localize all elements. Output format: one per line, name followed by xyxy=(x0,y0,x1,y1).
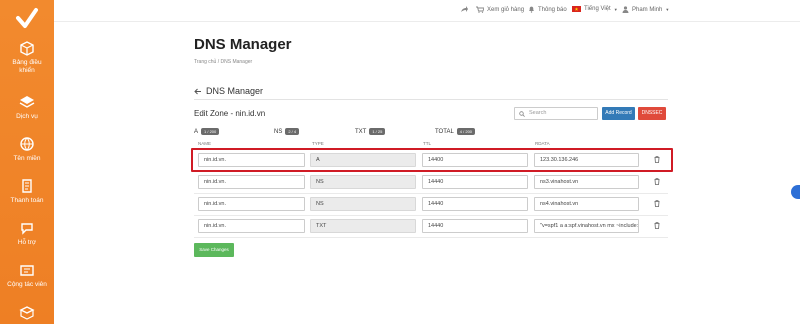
edit-zone-title: Edit Zone - nin.id.vn xyxy=(194,109,266,118)
record-name-input[interactable]: nin.id.vn. xyxy=(198,219,305,233)
record-ttl-input[interactable]: 14440 xyxy=(422,197,528,211)
topbar xyxy=(54,0,800,22)
sidebar-label: Tên miền xyxy=(13,155,41,162)
section-title-text: DNS Manager xyxy=(206,86,264,96)
payment-icon xyxy=(22,179,32,193)
sidebar-label: Hỗ trợ xyxy=(17,239,37,246)
box-icon xyxy=(19,306,35,320)
user-menu[interactable]: Pham Minh ▼ xyxy=(622,6,669,13)
count-total-label: TOTAL xyxy=(435,128,454,135)
sidebar-item-support[interactable]: Hỗ trợ xyxy=(0,220,54,247)
column-header-rdata: RDATA xyxy=(535,141,550,146)
user-name: Pham Minh xyxy=(632,6,663,13)
column-header-name: NAME xyxy=(198,141,212,146)
bell-icon xyxy=(529,6,534,13)
share-icon xyxy=(461,6,468,12)
logo-check-icon[interactable] xyxy=(14,6,40,32)
count-a-badge: 1 / 200 xyxy=(201,128,220,135)
vietnam-flag-icon xyxy=(572,6,581,12)
trash-icon[interactable] xyxy=(654,200,660,207)
record-name-input[interactable]: nin.id.vn. xyxy=(198,197,305,211)
row-divider xyxy=(194,237,668,238)
highlight-box xyxy=(191,148,673,172)
record-type-field: NS xyxy=(310,175,416,189)
trash-icon[interactable] xyxy=(654,222,660,229)
record-name-input[interactable]: nin.id.vn. xyxy=(198,175,305,189)
sidebar-item-domain[interactable]: Tên miền xyxy=(0,136,54,163)
trash-icon[interactable] xyxy=(654,178,660,185)
table-row: nin.id.vn. NS 14440 ns3.vinahost.vn xyxy=(194,172,668,192)
record-rdata-input[interactable]: ns3.vinahost.vn xyxy=(534,175,639,189)
sidebar-item-affiliate[interactable]: Cộng tác viên xyxy=(0,262,54,289)
chevron-down-icon: ▼ xyxy=(665,7,670,12)
services-icon xyxy=(19,96,35,108)
add-record-button[interactable]: Add Record xyxy=(602,107,635,120)
search-placeholder: Search xyxy=(529,110,547,116)
record-ttl-input[interactable]: 14440 xyxy=(422,175,528,189)
column-header-ttl: TTL xyxy=(423,141,432,146)
sidebar-label: khiển xyxy=(19,67,35,74)
record-rdata-input[interactable]: "v=spf1 a a:spf.vinahost.vn mx ~include:… xyxy=(534,219,639,233)
share-link[interactable] xyxy=(460,6,468,13)
count-txt-label: TXT xyxy=(355,128,367,135)
record-ttl-input[interactable]: 14440 xyxy=(422,219,528,233)
count-txt: TXT 1 / 25 xyxy=(355,128,386,135)
record-type-field: NS xyxy=(310,197,416,211)
record-rdata-input[interactable]: ns4.vinahost.vn xyxy=(534,197,639,211)
sidebar-label: Bảng điều xyxy=(12,59,42,66)
language-select[interactable]: Tiếng Việt ▼ xyxy=(572,6,618,12)
breadcrumb[interactable]: Trang chủ / DNS Manager xyxy=(194,59,252,65)
notifications-link[interactable]: Thông báo xyxy=(528,6,567,13)
domain-icon xyxy=(20,137,34,151)
divider xyxy=(194,99,668,100)
sidebar-label: Cộng tác viên xyxy=(7,281,47,288)
count-txt-badge: 1 / 25 xyxy=(369,128,386,135)
cart-label: Xem giỏ hàng xyxy=(487,6,525,13)
sidebar-item-dashboard[interactable]: Bảng điều khiển xyxy=(0,40,54,75)
save-changes-button[interactable]: Save Changes xyxy=(194,243,234,257)
notifications-label: Thông báo xyxy=(538,6,567,13)
cart-icon xyxy=(476,6,484,13)
dnssec-button[interactable]: DNSSEC xyxy=(638,107,666,120)
record-type-field: TXT xyxy=(310,219,416,233)
column-header-type: TYPE xyxy=(312,141,324,146)
dashboard-icon xyxy=(20,41,34,56)
floating-tab[interactable] xyxy=(791,185,800,199)
language-label: Tiếng Việt xyxy=(584,6,611,12)
section-title: DNS Manager xyxy=(194,86,263,96)
search-icon xyxy=(519,111,525,117)
count-ns-badge: 2 / 4 xyxy=(285,128,300,135)
search-input[interactable]: Search xyxy=(514,107,598,120)
affiliate-icon xyxy=(20,265,34,276)
user-icon xyxy=(622,6,629,13)
count-a: A 1 / 200 xyxy=(194,128,220,135)
chevron-down-icon: ▼ xyxy=(613,6,618,12)
page-title: DNS Manager xyxy=(194,36,292,53)
count-a-label: A xyxy=(194,128,199,135)
count-ns: NS 2 / 4 xyxy=(274,128,300,135)
cart-link[interactable]: Xem giỏ hàng xyxy=(476,6,524,13)
sidebar-item-more[interactable] xyxy=(0,304,54,323)
count-total: TOTAL 4 / 200 xyxy=(435,128,476,135)
sidebar: Bảng điều khiển Dịch vụ Tên miền Thanh t… xyxy=(0,0,54,324)
count-total-badge: 4 / 200 xyxy=(456,128,476,135)
arrow-left-icon[interactable] xyxy=(194,88,202,95)
sidebar-label: Thanh toán xyxy=(10,197,44,204)
table-row: nin.id.vn. NS 14440 ns4.vinahost.vn xyxy=(194,194,668,214)
sidebar-item-payment[interactable]: Thanh toán xyxy=(0,178,54,205)
sidebar-label: Dịch vụ xyxy=(16,113,38,120)
count-ns-label: NS xyxy=(274,128,283,135)
sidebar-item-services[interactable]: Dịch vụ xyxy=(0,94,54,121)
support-icon xyxy=(21,223,33,235)
table-row: nin.id.vn. TXT 14440 "v=spf1 a a:spf.vin… xyxy=(194,216,668,236)
